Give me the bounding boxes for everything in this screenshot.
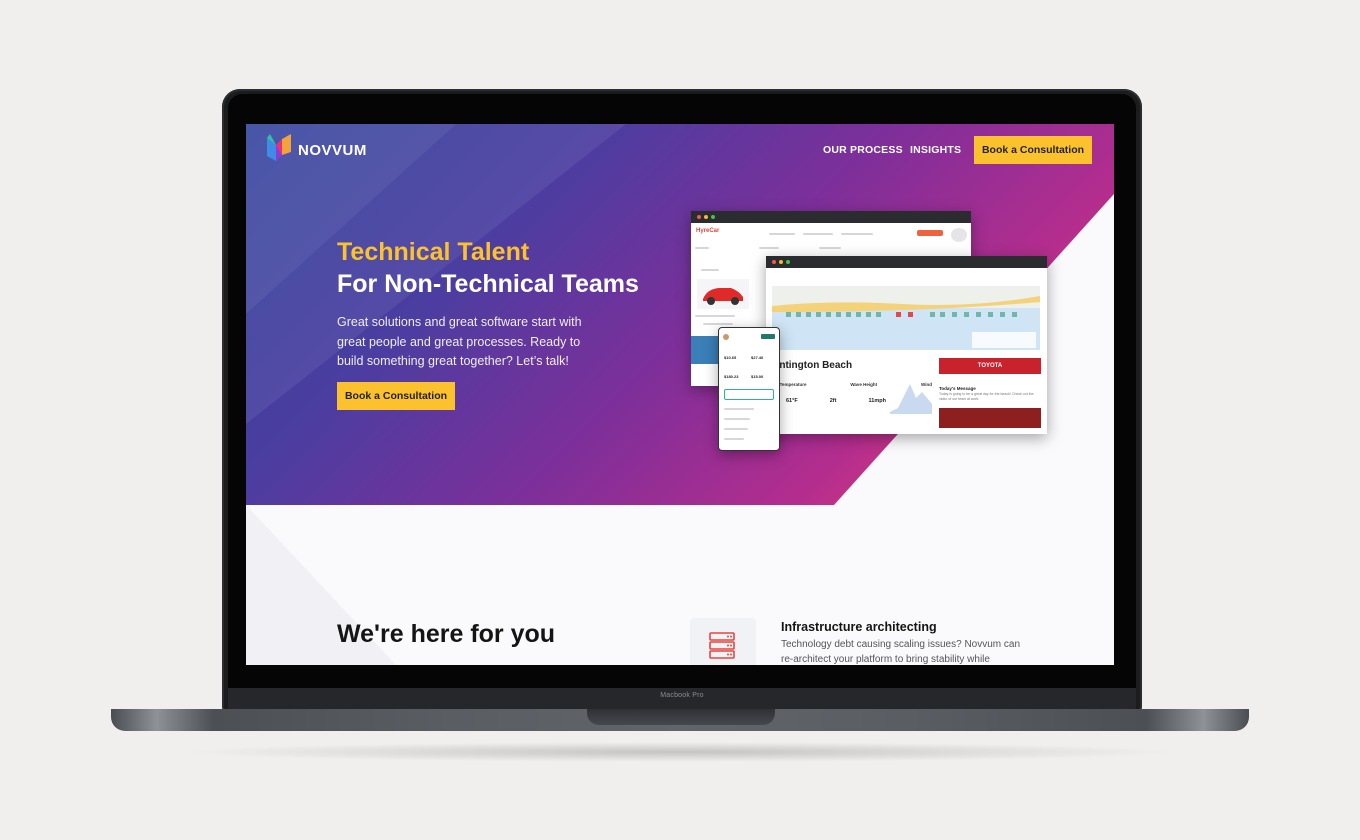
device-label: Macbook Pro <box>660 692 704 699</box>
nav-link-our-process[interactable]: OUR PROCESS <box>823 144 903 156</box>
browser-screen: NOVVUM OUR PROCESS INSIGHTS Book a Consu… <box>246 124 1114 665</box>
phone-value: $27.40 <box>751 355 764 360</box>
weather-values: 61°F 2ft 11mph <box>786 398 886 404</box>
laptop-notch <box>587 709 775 725</box>
wave-chart <box>890 378 932 414</box>
service-icon-card <box>690 618 756 665</box>
toyota-ad-banner[interactable]: TOYOTA <box>939 358 1041 374</box>
beach-map <box>772 286 1040 350</box>
phone-value: $180.23 <box>724 374 739 379</box>
weather-value: 11mph <box>868 398 886 404</box>
window-titlebar <box>691 211 971 223</box>
window-titlebar <box>766 256 1047 268</box>
hero-title-line2: For Non-Technical Teams <box>337 270 639 298</box>
phone-value: $15.00 <box>751 374 764 379</box>
nav-book-consultation-button[interactable]: Book a Consultation <box>974 136 1092 164</box>
section2-title: We're here for you <box>337 620 556 648</box>
novvum-logo-icon <box>267 134 291 161</box>
hero-subtitle: Great solutions and great software start… <box>337 315 582 368</box>
brand-logo[interactable]: NOVVUM <box>267 134 367 166</box>
message-title: Today's Message <box>939 386 976 391</box>
phone-value: $10.65 <box>724 355 737 360</box>
top-nav: NOVVUM OUR PROCESS INSIGHTS Book a Consu… <box>246 124 1114 178</box>
video-thumbnail[interactable] <box>939 408 1041 428</box>
hero-title-line1: Technical Talent <box>337 238 530 266</box>
service-title: Infrastructure architecting <box>781 620 937 634</box>
car-thumbnail <box>697 279 749 309</box>
brand-name: NOVVUM <box>298 141 367 159</box>
message-text: Today is going to be a great day for the… <box>939 392 1034 401</box>
nav-link-insights[interactable]: INSIGHTS <box>910 144 961 156</box>
hyrecar-app-name: HyreCar <box>696 228 720 234</box>
mockup-beach-window: Huntington Beach Water Temperature Wave … <box>766 256 1047 434</box>
hero-section: NOVVUM OUR PROCESS INSIGHTS Book a Consu… <box>246 124 1114 505</box>
car-photo <box>691 336 721 364</box>
server-stack-icon <box>709 632 735 659</box>
mockup-phone: $10.65 $27.40 $180.23 $15.00 <box>718 327 780 451</box>
hero-book-consultation-button[interactable]: Book a Consultation <box>337 382 455 410</box>
weather-value: 61°F <box>786 398 798 404</box>
laptop-chin: Macbook Pro <box>228 688 1136 710</box>
service-description: Technology debt causing scaling issues? … <box>781 639 1021 665</box>
weather-label: Wave Height <box>850 382 878 387</box>
floor-shadow <box>180 742 1180 762</box>
weather-value: 2ft <box>829 398 837 404</box>
